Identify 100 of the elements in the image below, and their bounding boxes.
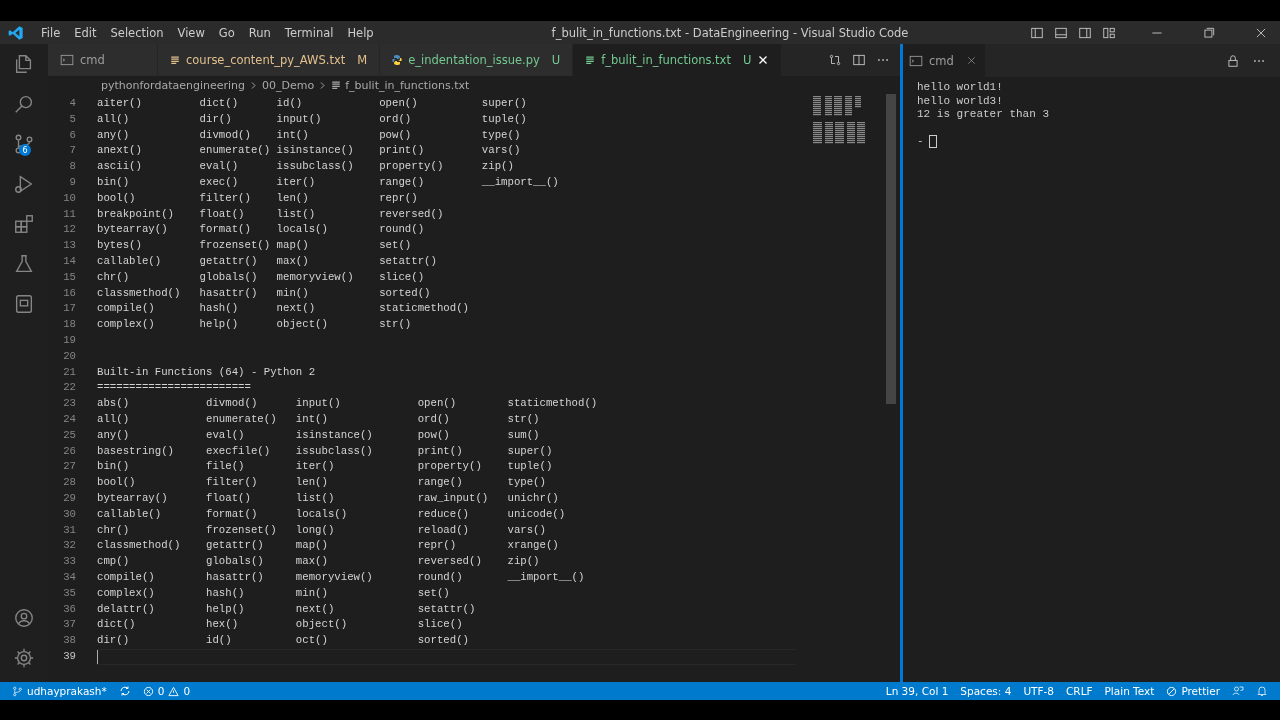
app-logo-icon [8, 24, 24, 41]
menu-item[interactable]: View [170, 25, 212, 40]
line-number: 6 [68, 127, 76, 143]
menu-item[interactable]: File [34, 25, 68, 40]
menu-item[interactable]: Go [211, 25, 242, 40]
warning-icon[interactable] [168, 685, 180, 697]
flask-icon[interactable] [13, 253, 35, 275]
python-icon [392, 54, 403, 65]
editor-tab[interactable]: f_bulit_in_functions.txt U [573, 44, 783, 76]
restore-icon[interactable] [1202, 25, 1216, 40]
line-number: 13 [62, 238, 76, 254]
lines-icon[interactable] [585, 55, 596, 65]
branch-status[interactable]: udhayprakash* [6, 685, 113, 697]
chevron-icon[interactable] [318, 80, 328, 90]
editor-tab[interactable]: cmd [48, 44, 158, 76]
menu-item[interactable]: Selection [103, 25, 171, 40]
status-item[interactable]: Spaces: 4 [954, 685, 1018, 697]
sidebar-toggle-icon[interactable] [1030, 25, 1044, 40]
code-line: bytearray() float() list() raw_input() unichr() [97, 490, 559, 506]
problems-status[interactable]: 0 0 [136, 685, 197, 697]
status-item[interactable]: CRLF [1060, 685, 1099, 697]
line-number: 27 [62, 459, 76, 475]
breadcrumb-item[interactable]: 00_Demo [262, 78, 315, 92]
code-line: callable() getattr() max() setattr() [97, 253, 437, 269]
line-number: 5 [68, 111, 76, 127]
code-line: all() dir() input() ord() tuple() [97, 111, 527, 127]
sync-icon[interactable] [118, 685, 131, 697]
secondary-sidebar-icon[interactable] [1078, 25, 1092, 40]
line-number: 31 [62, 522, 76, 538]
code-line: Built-in Functions (64) - Python 2 [97, 364, 316, 380]
line-number: 18 [62, 317, 76, 333]
lines-icon[interactable] [170, 54, 180, 65]
extensions-icon[interactable] [13, 213, 35, 235]
code-line: chr() frozenset() long() reload() vars() [97, 522, 546, 538]
formatter-status[interactable]: Prettier [1160, 685, 1226, 697]
code-line: bytearray() format() locals() round() [97, 222, 425, 238]
code-line: aiter() dict() id() open() super() [97, 96, 527, 111]
editor-tab[interactable]: e_indentation_issue.py U [380, 44, 574, 76]
code-line: cmp() globals() max() reversed() zip() [97, 554, 540, 570]
panel-toggle-icon[interactable] [1054, 25, 1068, 40]
close-icon[interactable] [757, 54, 770, 66]
status-item[interactable]: Ln 39, Col 1 [879, 685, 955, 697]
line-number: 26 [62, 443, 76, 459]
code-line: bool() filter() len() range() type() [97, 475, 546, 491]
line-number: 25 [62, 427, 76, 443]
menu-item[interactable]: Help [340, 25, 381, 40]
terminal-line: 12 is greater than 3 [917, 108, 1051, 122]
terminal-icon[interactable] [909, 53, 923, 68]
line-number: 24 [62, 411, 76, 427]
line-number: 15 [62, 269, 76, 285]
status-item[interactable]: UTF-8 [1017, 685, 1060, 697]
terminal-tab[interactable]: cmd [903, 44, 985, 77]
code-line: bool() filter() len() repr() [97, 190, 418, 206]
minimap-drawing[interactable] [813, 96, 865, 144]
code-line: classmethod() hasattr() min() sorted() [97, 285, 431, 301]
blocked-icon[interactable] [1166, 685, 1178, 697]
code-line: delattr() help() next() setattr() [97, 601, 476, 617]
code-line: ======================== [97, 380, 251, 396]
line-number: 12 [62, 222, 76, 238]
scrollbar-thumb[interactable] [886, 94, 896, 404]
split-editor-icon[interactable] [852, 53, 866, 67]
compare-changes-icon[interactable] [828, 53, 842, 67]
feedback-icon[interactable] [1232, 685, 1244, 697]
menu-item[interactable]: Edit [67, 25, 104, 40]
line-number: 17 [62, 301, 76, 317]
menu-item[interactable]: Terminal [277, 25, 341, 40]
line-number: 10 [62, 190, 76, 206]
lines-icon[interactable] [331, 80, 342, 90]
code-line: all() enumerate() int() ord() str() [97, 411, 540, 427]
error-icon[interactable] [142, 685, 154, 697]
line-number: 19 [62, 332, 76, 348]
menu-item[interactable]: Run [241, 25, 278, 40]
settings-icon[interactable] [13, 647, 35, 669]
line-number: 30 [62, 506, 76, 522]
code-line: abs() divmod() input() open() staticmethod() [97, 396, 598, 412]
run-debug-icon[interactable] [13, 173, 35, 195]
remote-explorer-icon[interactable] [13, 293, 35, 315]
badge: 6 [19, 144, 31, 156]
code-line: breakpoint() float() list() reversed() [97, 206, 444, 222]
layout-icon[interactable] [1102, 25, 1116, 40]
breadcrumb-item[interactable]: pythonfordataengineering [101, 78, 245, 92]
line-number: 32 [62, 538, 76, 554]
code-line: compile() hash() next() staticmethod() [97, 301, 469, 317]
code-line: bytes() frozenset() map() set() [97, 238, 412, 254]
chevron-icon[interactable] [249, 80, 258, 90]
editor-tab[interactable]: course_content_py_AWS.txt M [158, 44, 381, 76]
line-number: 37 [62, 617, 76, 633]
bell-icon[interactable] [1256, 685, 1268, 697]
text-cursor [97, 649, 98, 664]
lock-icon[interactable] [1226, 53, 1240, 68]
line-number: 35 [62, 585, 76, 601]
search-icon[interactable] [13, 93, 35, 115]
account-icon[interactable] [13, 607, 35, 629]
status-item[interactable]: Plain Text [1098, 685, 1161, 697]
terminal-icon[interactable] [60, 52, 74, 67]
window-title: f_bulit_in_functions.txt - DataEngineering - Visual Studio Code [551, 25, 909, 40]
line-number: 8 [68, 159, 76, 175]
breadcrumb-item[interactable]: f_bulit_in_functions.txt [345, 78, 470, 92]
line-number: 21 [62, 364, 76, 380]
code-line: complex() hash() min() set() [97, 585, 450, 601]
